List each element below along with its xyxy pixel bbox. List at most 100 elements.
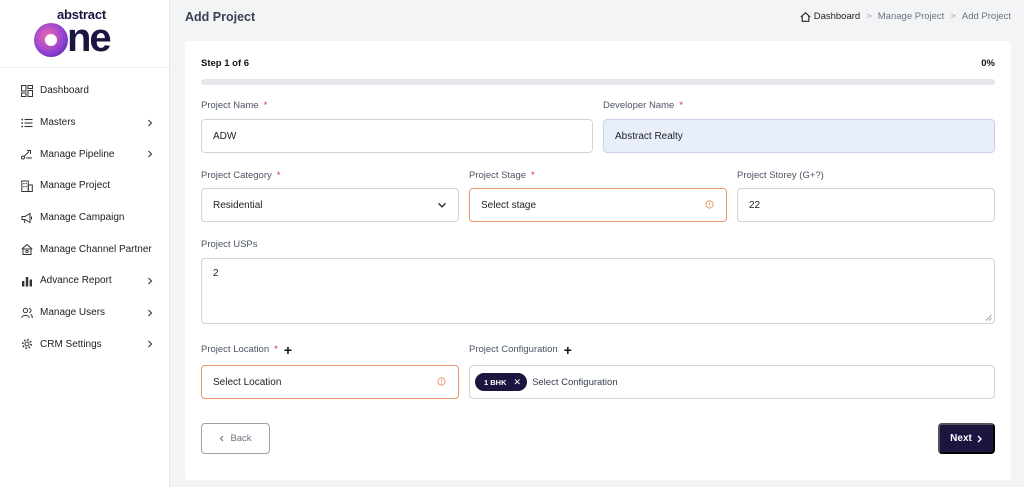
configuration-chip: 1 BHK ✕: [475, 373, 528, 391]
sidebar-item-manage-pipeline[interactable]: Manage Pipeline: [0, 138, 170, 170]
progress-percent: 0%: [981, 58, 995, 69]
chevron-left-icon: [219, 435, 225, 442]
list-icon: [20, 116, 34, 130]
project-configuration-placeholder: Select Configuration: [532, 376, 618, 388]
project-storey-input[interactable]: 22: [737, 188, 995, 222]
partner-icon: [20, 242, 34, 256]
project-configuration-label: Project Configuration +: [469, 343, 572, 357]
next-button[interactable]: Next: [938, 423, 995, 454]
sidebar-item-label: Manage Project: [40, 180, 111, 192]
dashboard-icon: [20, 84, 34, 98]
project-usps-label-text: Project USPs: [201, 239, 258, 250]
chevron-right-icon: [146, 309, 154, 317]
project-location-select[interactable]: Select Location: [201, 365, 459, 399]
bar-chart-icon: [20, 274, 34, 288]
back-button[interactable]: Back: [201, 423, 270, 454]
breadcrumb-separator: >: [866, 11, 872, 22]
chevron-right-icon: [976, 435, 983, 443]
sidebar-item-label: Manage Pipeline: [40, 148, 115, 160]
next-button-label: Next: [950, 433, 972, 444]
breadcrumb-add-project: Add Project: [961, 11, 1011, 22]
step-indicator: Step 1 of 6: [201, 58, 250, 69]
project-category-label: Project Category *: [201, 170, 280, 181]
chevron-right-icon: [146, 340, 154, 348]
users-icon: [20, 306, 34, 320]
chevron-right-icon: [146, 119, 154, 127]
sidebar-item-manage-users[interactable]: Manage Users: [0, 297, 170, 329]
project-name-label: Project Name *: [201, 100, 267, 111]
breadcrumb-dashboard: Dashboard: [813, 11, 861, 22]
required-mark: *: [276, 170, 281, 181]
project-stage-placeholder: Select stage: [481, 199, 537, 211]
required-mark: *: [263, 100, 268, 111]
project-usps-textarea[interactable]: 2: [201, 258, 995, 324]
project-configuration-label-text: Project Configuration: [469, 344, 558, 355]
project-category-label-text: Project Category: [201, 170, 272, 181]
sidebar-nav: Dashboard Masters Manage Pipeline Manage…: [0, 75, 170, 360]
breadcrumb-separator: >: [950, 11, 956, 22]
sidebar-item-label: Manage Campaign: [40, 212, 125, 224]
brand-logo[interactable]: abstract ne: [0, 0, 169, 68]
error-icon: [437, 377, 447, 387]
add-location-plus-icon[interactable]: +: [284, 343, 292, 357]
sidebar-item-label: Dashboard: [40, 85, 89, 97]
required-mark: *: [531, 170, 535, 181]
project-category-select[interactable]: Residential: [201, 188, 459, 222]
sidebar-item-advance-report[interactable]: Advance Report: [0, 265, 170, 297]
required-mark: *: [679, 100, 683, 111]
project-location-label-text: Project Location: [201, 344, 270, 355]
sidebar-item-masters[interactable]: Masters: [0, 107, 170, 139]
project-category-value: Residential: [213, 199, 263, 211]
project-stage-label: Project Stage *: [469, 170, 535, 181]
breadcrumb-home[interactable]: Dashboard: [800, 11, 860, 22]
sidebar-item-label: CRM Settings: [40, 338, 102, 350]
sidebar-item-label: Advance Report: [40, 275, 112, 287]
megaphone-icon: [20, 211, 34, 225]
back-button-label: Back: [230, 433, 252, 444]
configuration-chip-label: 1 BHK: [484, 377, 507, 387]
project-location-label: Project Location * +: [201, 343, 292, 357]
breadcrumb-manage-project[interactable]: Manage Project: [878, 11, 945, 22]
building-icon: [20, 179, 34, 193]
resize-handle-icon[interactable]: [985, 314, 992, 321]
developer-name-label: Developer Name *: [603, 100, 683, 111]
error-icon: [705, 200, 715, 210]
sidebar-item-label: Manage Channel Partner: [40, 243, 152, 255]
logo-text-ne: ne: [67, 16, 112, 60]
sidebar: abstract ne Dashboard Masters Manage Pip…: [0, 0, 170, 487]
project-storey-label: Project Storey (G+?): [737, 170, 824, 181]
progress-bar: [201, 79, 995, 85]
chevron-down-icon: [437, 200, 447, 210]
sidebar-item-manage-project[interactable]: Manage Project: [0, 170, 170, 202]
sidebar-item-manage-channel-partner[interactable]: Manage Channel Partner: [0, 233, 170, 265]
project-name-value: ADW: [213, 130, 237, 142]
project-name-input[interactable]: ADW: [201, 119, 593, 153]
project-configuration-multiselect[interactable]: 1 BHK ✕ Select Configuration: [469, 365, 995, 399]
logo-o-mark: [34, 23, 68, 57]
page-title: Add Project: [185, 10, 256, 24]
sidebar-item-crm-settings[interactable]: CRM Settings: [0, 329, 170, 361]
sidebar-item-label: Masters: [40, 117, 76, 129]
home-icon: [800, 11, 811, 22]
gear-icon: [20, 337, 34, 351]
required-mark: *: [274, 344, 278, 355]
developer-name-value: Abstract Realty: [615, 130, 683, 142]
project-storey-value: 22: [749, 199, 761, 211]
sidebar-item-label: Manage Users: [40, 307, 106, 319]
developer-name-label-text: Developer Name: [603, 100, 675, 111]
add-configuration-plus-icon[interactable]: +: [564, 343, 572, 357]
remove-chip-icon[interactable]: ✕: [514, 377, 522, 388]
project-usps-label: Project USPs: [201, 239, 258, 250]
developer-name-input[interactable]: Abstract Realty: [603, 119, 995, 153]
chevron-right-icon: [146, 277, 154, 285]
add-project-form: Step 1 of 6 0% Project Name * ADW Develop…: [185, 41, 1011, 480]
project-stage-select[interactable]: Select stage: [469, 188, 727, 222]
project-location-placeholder: Select Location: [213, 376, 282, 388]
project-storey-label-text: Project Storey (G+?): [737, 170, 824, 181]
sidebar-item-manage-campaign[interactable]: Manage Campaign: [0, 202, 170, 234]
sidebar-item-dashboard[interactable]: Dashboard: [0, 75, 170, 107]
pipeline-icon: [20, 147, 34, 161]
chevron-right-icon: [146, 150, 154, 158]
breadcrumb: Dashboard > Manage Project > Add Project: [800, 11, 1011, 22]
project-stage-label-text: Project Stage: [469, 170, 527, 181]
